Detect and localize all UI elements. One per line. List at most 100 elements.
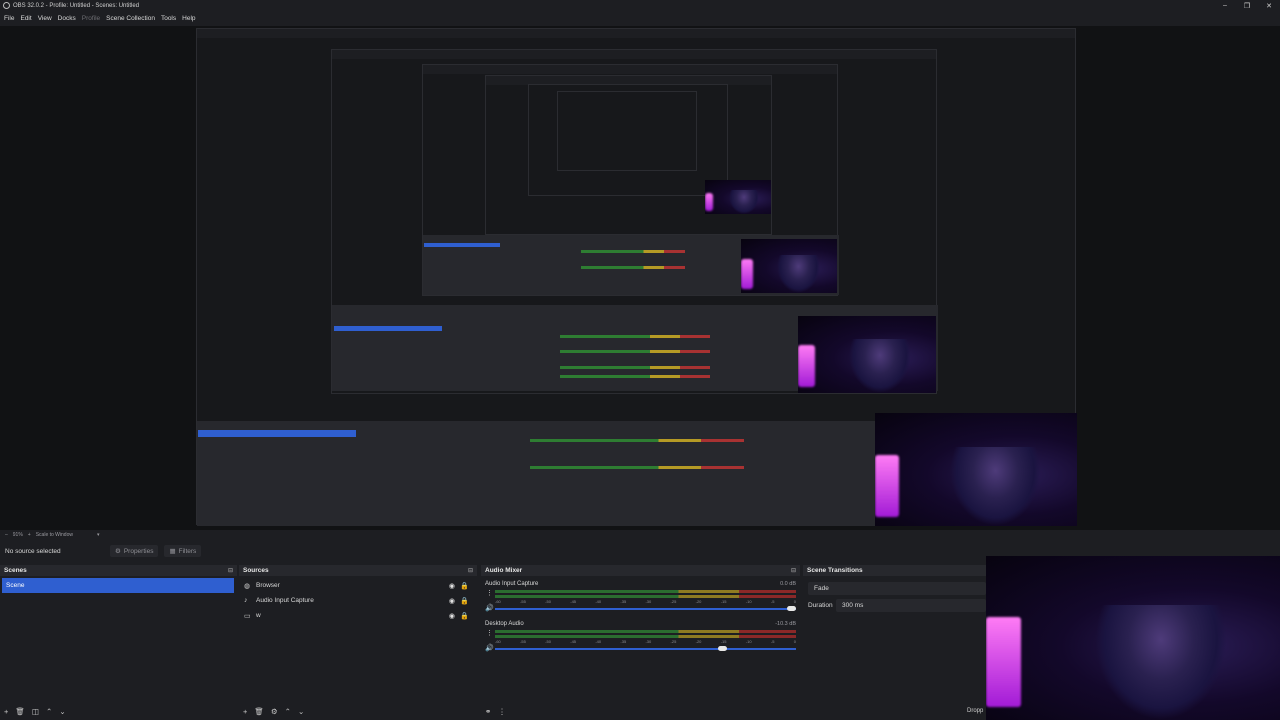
zoom-out-icon[interactable]: –: [5, 532, 8, 538]
link-icon[interactable]: ⚭: [485, 707, 491, 716]
person-silhouette: [1094, 605, 1228, 720]
filter-icon: ▦: [169, 548, 176, 555]
trash-icon[interactable]: 🗑: [15, 707, 25, 716]
dock-menu-icon[interactable]: ⊟: [791, 567, 796, 574]
volume-meter: [495, 630, 796, 633]
volume-fader[interactable]: [495, 648, 796, 650]
source-item-w[interactable]: ▭ w ◉ 🔒: [239, 608, 477, 623]
no-source-label: No source selected: [5, 547, 61, 555]
volume-meter: [495, 595, 796, 598]
menu-edit[interactable]: Edit: [20, 15, 31, 22]
trash-icon[interactable]: 🗑: [254, 707, 264, 716]
window-controls: – ❐ ✕: [1214, 0, 1280, 11]
transition-type-select[interactable]: Fade: [808, 582, 986, 595]
mixer-channel-desktop-audio: Desktop Audio -10.3 dB ⋮ -60 -55 -50 -45 -40…: [481, 619, 800, 659]
scenes-title: Scenes: [4, 567, 27, 574]
volume-meter: [495, 590, 796, 593]
source-item-browser[interactable]: ◍ Browser ◉ 🔒: [239, 578, 477, 593]
meter-ticks: -60 -55 -50 -45 -40 -35 -30 -25 -20 -15 -10 -5 0: [495, 599, 796, 604]
dock-menu-icon[interactable]: ⊟: [228, 567, 233, 574]
speaker-icon[interactable]: 🔊: [485, 644, 494, 652]
duration-input[interactable]: 300 ms: [836, 599, 986, 612]
nested-capture-5: [528, 84, 728, 196]
filters-button[interactable]: ▦ Filters: [164, 545, 202, 557]
minimize-icon[interactable]: –: [1214, 0, 1236, 11]
lock-icon[interactable]: 🔒: [460, 612, 469, 620]
menu-file[interactable]: File: [4, 15, 14, 22]
eye-icon[interactable]: ◉: [449, 612, 455, 620]
window-title: OBS 32.0.2 - Profile: Untitled - Scenes:…: [13, 2, 140, 9]
move-up-icon[interactable]: ⌃: [46, 707, 52, 716]
speaker-icon[interactable]: 🔊: [485, 604, 494, 612]
kebab-icon[interactable]: ⋮: [486, 589, 493, 597]
nested-webcam-3: [741, 239, 837, 293]
mixer-toolbar: ⚭ ⋮: [481, 702, 800, 720]
globe-icon: ◍: [244, 582, 251, 590]
menu-bar: File Edit View Docks Profile Scene Colle…: [0, 12, 198, 24]
volume-meter: [495, 635, 796, 638]
zoom-in-icon[interactable]: +: [28, 532, 31, 538]
transitions-header: Scene Transitions: [803, 565, 986, 576]
webcam-overlay: [986, 556, 1280, 720]
microphone-icon: ♪: [244, 597, 248, 604]
sources-toolbar: + 🗑 ⚙ ⌃ ⌄: [239, 702, 477, 720]
dropdown-hint: Dropp: [967, 708, 984, 714]
menu-scene-collection[interactable]: Scene Collection: [106, 15, 155, 22]
lock-icon[interactable]: 🔒: [460, 597, 469, 605]
volume-fader[interactable]: [495, 608, 796, 610]
nested-capture-1: [196, 28, 1077, 526]
sources-list: ◍ Browser ◉ 🔒 ♪ Audio Input Capture ◉ 🔒 …: [239, 578, 477, 702]
zoom-level[interactable]: 91%: [13, 532, 23, 538]
nested-webcam-2: [798, 316, 936, 393]
nested-webcam-1: [875, 413, 1077, 526]
move-down-icon[interactable]: ⌄: [59, 707, 65, 716]
channel-name: Audio Input Capture: [485, 581, 539, 587]
menu-docks[interactable]: Docks: [58, 15, 76, 22]
preview-canvas[interactable]: [0, 26, 1280, 530]
fader-handle[interactable]: [787, 606, 796, 611]
properties-button[interactable]: ⚙ Properties: [110, 545, 159, 557]
monitor-icon: ▭: [244, 612, 251, 620]
gear-icon: ⚙: [115, 548, 121, 555]
add-icon[interactable]: +: [243, 707, 247, 716]
audio-mixer-dock: Audio Mixer ⊟ Audio Input Capture 0.0 dB…: [481, 565, 800, 720]
filter-icon[interactable]: ◫: [32, 707, 39, 716]
scene-item[interactable]: Scene: [2, 578, 234, 593]
menu-view[interactable]: View: [38, 15, 52, 22]
channel-db: -10.3 dB: [775, 621, 796, 627]
sources-header: Sources ⊟: [239, 565, 477, 576]
chevron-down-icon[interactable]: ▾: [97, 532, 100, 538]
nested-webcam-4: [705, 180, 771, 214]
close-icon[interactable]: ✕: [1258, 0, 1280, 11]
fader-handle[interactable]: [717, 646, 727, 651]
nested-capture-6: [557, 91, 697, 171]
menu-profile[interactable]: Profile: [82, 15, 100, 22]
eye-icon[interactable]: ◉: [449, 582, 455, 590]
kebab-icon[interactable]: ⋮: [486, 629, 493, 637]
source-item-audio-input[interactable]: ♪ Audio Input Capture ◉ 🔒: [239, 593, 477, 608]
eye-icon[interactable]: ◉: [449, 597, 455, 605]
mixer-channels: Audio Input Capture 0.0 dB ⋮ -60 -55 -50 -4…: [481, 579, 800, 702]
title-bar: OBS 32.0.2 - Profile: Untitled - Scenes:…: [0, 0, 1280, 11]
scale-mode-select[interactable]: Scale to Window: [36, 532, 73, 538]
duration-label: Duration: [808, 602, 833, 609]
scene-transitions-dock: Scene Transitions Fade Duration 300 ms: [803, 565, 986, 720]
kebab-icon[interactable]: ⋮: [498, 707, 506, 716]
move-up-icon[interactable]: ⌃: [285, 707, 291, 716]
preview-controls: – 91% + Scale to Window ▾: [0, 531, 1280, 539]
nested-capture-3: [422, 64, 839, 296]
add-icon[interactable]: +: [4, 707, 8, 716]
scenes-toolbar: + 🗑 ◫ ⌃ ⌄: [0, 702, 237, 720]
gear-icon[interactable]: ⚙: [271, 707, 278, 716]
light-panel: [986, 616, 1022, 707]
scenes-header: Scenes ⊟: [0, 565, 237, 576]
menu-help[interactable]: Help: [182, 15, 195, 22]
move-down-icon[interactable]: ⌄: [298, 707, 304, 716]
maximize-icon[interactable]: ❐: [1236, 0, 1258, 11]
mixer-header: Audio Mixer ⊟: [481, 565, 800, 576]
sources-title: Sources: [243, 567, 269, 574]
menu-tools[interactable]: Tools: [161, 15, 176, 22]
mixer-title: Audio Mixer: [485, 567, 523, 574]
dock-menu-icon[interactable]: ⊟: [468, 567, 473, 574]
lock-icon[interactable]: 🔒: [460, 582, 469, 590]
